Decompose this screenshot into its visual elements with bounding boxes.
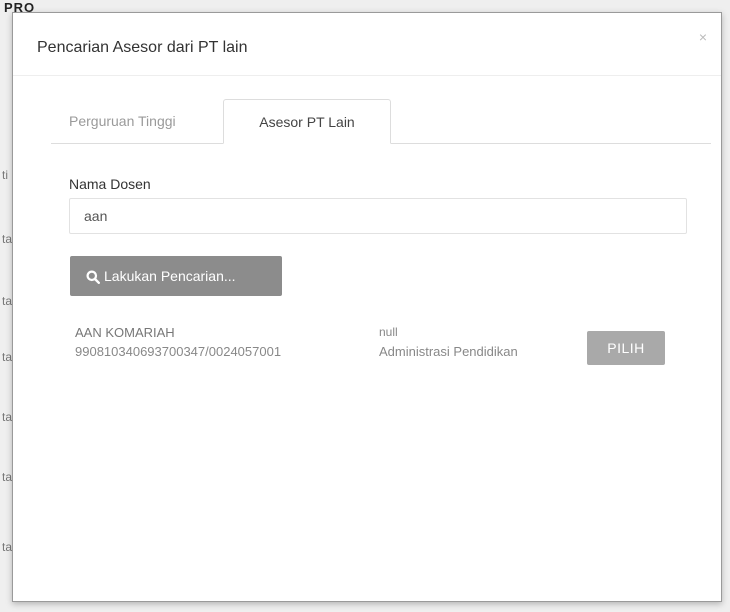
search-button-label: Lakukan Pencarian... <box>104 267 236 284</box>
result-status: null <box>379 325 398 339</box>
tab-asesor-pt-lain[interactable]: Asesor PT Lain <box>223 99 391 144</box>
pilih-button[interactable]: PILIH <box>587 331 665 365</box>
tab-perguruan-tinggi[interactable]: Perguruan Tinggi <box>51 99 221 143</box>
background-text-fragment: ta <box>2 294 13 308</box>
background-text-fragment: ta <box>2 350 13 364</box>
modal-title: Pencarian Asesor dari PT lain <box>37 39 248 56</box>
nama-dosen-input[interactable] <box>69 198 687 234</box>
modal-header: Pencarian Asesor dari PT lain × <box>13 13 721 76</box>
result-name: AAN KOMARIAH <box>75 325 175 340</box>
tab-bar: Perguruan Tinggi Asesor PT Lain <box>51 99 711 144</box>
result-id: 990810340693700347/0024057001 <box>75 344 282 359</box>
background-text-fragment: ta <box>2 410 13 424</box>
background-text-fragment: ta <box>2 470 13 484</box>
close-icon[interactable]: × <box>699 29 707 45</box>
background-text-fragment: ti <box>2 168 8 182</box>
search-button[interactable]: Lakukan Pencarian... <box>70 256 282 296</box>
result-department: Administrasi Pendidikan <box>379 344 518 359</box>
nama-dosen-label: Nama Dosen <box>69 176 151 192</box>
background-text-fragment: ta <box>2 540 13 554</box>
background-text-fragment: ta <box>2 232 13 246</box>
search-icon <box>86 270 100 285</box>
result-row: AAN KOMARIAH 990810340693700347/00240570… <box>75 325 685 375</box>
asesor-search-modal: Pencarian Asesor dari PT lain × Pergurua… <box>12 12 722 602</box>
